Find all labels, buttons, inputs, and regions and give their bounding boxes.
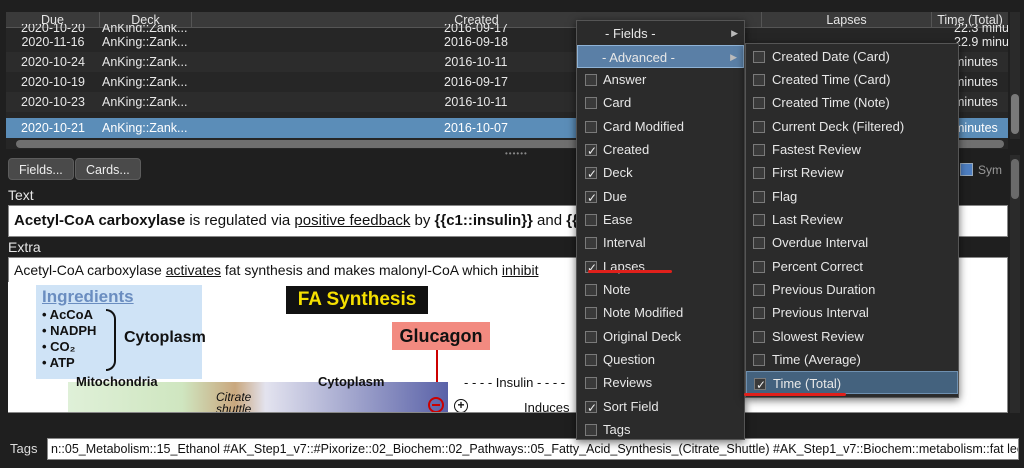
checkbox [753,354,765,366]
checkbox [753,331,765,343]
menu-item-overdue-interval[interactable]: Overdue Interval [746,231,958,254]
checkbox [585,74,597,86]
menu-item-time-total[interactable]: Time (Total) [746,371,958,397]
fa-synthesis-image: Ingredients • AcCoA • NADPH • CO₂ • ATP … [8,282,578,412]
menu-item-note[interactable]: Note [577,278,744,301]
extra-field-label: Extra [8,239,41,255]
checkbox [585,237,597,249]
menu-item-tags[interactable]: Tags [577,418,744,441]
menu-item-card-modified[interactable]: Card Modified [577,115,744,138]
menu-item-created-time-card[interactable]: Created Time (Card) [746,68,958,91]
menu-item-fields[interactable]: - Fields - ▶ [577,22,744,45]
fa-synthesis-title: FA Synthesis [286,286,428,314]
menu-item-created[interactable]: Created [577,138,744,163]
annotation-underline-time-total [744,393,846,396]
text-field-label: Text [8,187,34,203]
sym-toggle[interactable]: Sym [960,163,1002,177]
checkbox-checked [585,187,597,210]
advanced-submenu: Created Date (Card) Created Time (Card) … [745,43,959,398]
plus-icon: + [454,399,468,412]
checkbox [753,214,765,226]
checkbox [585,214,597,226]
menu-item-created-time-note[interactable]: Created Time (Note) [746,91,958,114]
scrollbar-thumb[interactable] [1011,94,1019,134]
menu-item-current-deck-filtered[interactable]: Current Deck (Filtered) [746,115,958,138]
menu-item-last-review[interactable]: Last Review [746,208,958,231]
tags-label: Tags [10,441,38,456]
menu-item-time-average[interactable]: Time (Average) [746,348,958,371]
checkbox [753,74,765,86]
checkbox [753,97,765,109]
table-row[interactable]: 2020-10-20 AnKing::Zank... 2016-09-17 22… [6,24,1008,32]
table-vertical-scrollbar[interactable] [1010,12,1020,139]
checkbox-checked [585,140,597,163]
menu-item-interval[interactable]: Interval [577,231,744,254]
chevron-right-icon: ▶ [731,28,738,38]
minus-icon [428,397,444,412]
scrollbar-thumb[interactable] [1011,159,1019,199]
glucagon-box: Glucagon [392,322,490,350]
checkbox [753,307,765,319]
checkbox [753,144,765,156]
menu-item-first-review[interactable]: First Review [746,161,958,184]
menu-item-created-date-card[interactable]: Created Date (Card) [746,45,958,68]
sym-icon [960,163,973,176]
columns-context-menu: - Fields - ▶ - Advanced - ▶ Answer Card Ca… [576,20,745,440]
menu-item-fastest-review[interactable]: Fastest Review [746,138,958,161]
menu-item-ease[interactable]: Ease [577,208,744,231]
menu-item-previous-interval[interactable]: Previous Interval [746,301,958,324]
ingredients-box: Ingredients • AcCoA • NADPH • CO₂ • ATP … [36,285,206,379]
checkbox [753,261,765,273]
cards-button[interactable]: Cards... [75,158,141,180]
menu-item-question[interactable]: Question [577,348,744,371]
checkbox [753,191,765,203]
menu-item-flag[interactable]: Flag [746,185,958,208]
checkbox [753,237,765,249]
splitter-handle[interactable]: •••••• [505,150,527,158]
checkbox-checked [585,163,597,186]
checkbox-checked [754,374,766,397]
menu-item-card[interactable]: Card [577,91,744,114]
checkbox [585,284,597,296]
editor-scrollbar[interactable] [1010,155,1020,413]
checkbox [585,121,597,133]
checkbox-checked [585,397,597,420]
menu-item-advanced[interactable]: - Advanced - ▶ [577,45,744,68]
brace [106,309,116,371]
chevron-right-icon: ▶ [730,52,737,62]
checkbox [753,284,765,296]
checkbox [585,331,597,343]
menu-item-due[interactable]: Due [577,185,744,210]
menu-item-reviews[interactable]: Reviews [577,371,744,394]
checkbox [585,424,597,436]
menu-item-deck[interactable]: Deck [577,161,744,186]
menu-item-percent-correct[interactable]: Percent Correct [746,255,958,278]
checkbox [585,354,597,366]
menu-item-slowest-review[interactable]: Slowest Review [746,325,958,348]
checkbox [753,121,765,133]
menu-item-answer[interactable]: Answer [577,68,744,91]
tags-input[interactable]: n::05_Metabolism::15_Ethanol #AK_Step1_v… [47,438,1019,460]
menu-item-previous-duration[interactable]: Previous Duration [746,278,958,301]
menu-item-sort-field[interactable]: Sort Field [577,395,744,420]
checkbox [585,377,597,389]
menu-item-original-deck[interactable]: Original Deck [577,325,744,348]
fields-button[interactable]: Fields... [8,158,74,180]
annotation-underline-lapses [588,270,672,273]
checkbox [753,167,765,179]
checkbox [753,51,765,63]
checkbox [585,97,597,109]
menu-item-note-modified[interactable]: Note Modified [577,301,744,324]
menu-item-lapses[interactable]: Lapses [577,255,744,280]
checkbox [585,307,597,319]
